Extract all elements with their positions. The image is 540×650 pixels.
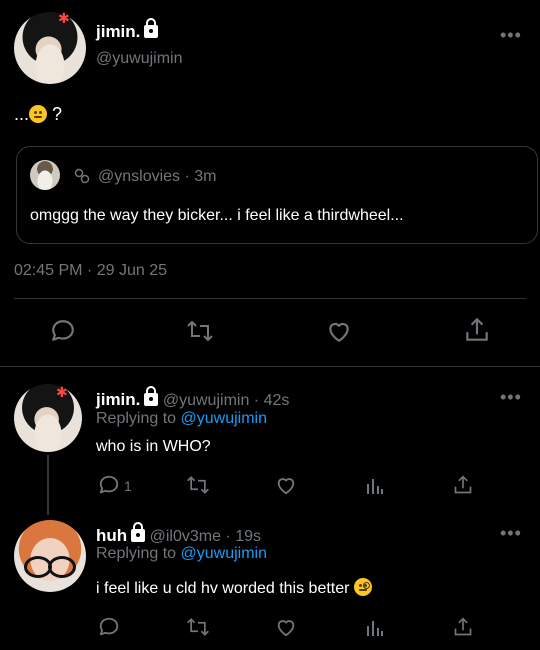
reply-text-wrap: i feel like u cld hv worded this better bbox=[96, 578, 372, 598]
anger-mark-icon: ✱ bbox=[56, 384, 68, 400]
reply-text: i feel like u cld hv worded this better bbox=[96, 580, 354, 597]
like-icon[interactable] bbox=[275, 616, 297, 638]
analytics-icon[interactable] bbox=[366, 476, 384, 496]
tweet-text-prefix: ... bbox=[14, 104, 30, 124]
replying-label: Replying to bbox=[96, 545, 177, 562]
avatar[interactable] bbox=[14, 12, 86, 84]
reply-count: 1 bbox=[124, 478, 132, 494]
like-icon[interactable] bbox=[326, 318, 352, 344]
reply-icon[interactable] bbox=[50, 318, 76, 344]
circles-icon bbox=[74, 168, 90, 184]
display-name[interactable]: jimin. bbox=[96, 22, 140, 41]
avatar[interactable] bbox=[14, 520, 86, 592]
retweet-icon[interactable] bbox=[186, 616, 210, 638]
divider bbox=[0, 366, 540, 367]
more-icon[interactable]: ••• bbox=[500, 524, 522, 542]
tweet-text: ... ? bbox=[14, 104, 62, 125]
handle[interactable]: @il0v3me bbox=[150, 528, 221, 545]
reply-icon[interactable] bbox=[98, 474, 120, 496]
display-name[interactable]: jimin. bbox=[96, 390, 140, 409]
share-icon[interactable] bbox=[453, 474, 473, 496]
replying-to-link[interactable]: @yuwujimin bbox=[181, 410, 267, 427]
replying-to-link[interactable]: @yuwujimin bbox=[181, 545, 267, 562]
share-icon[interactable] bbox=[464, 316, 490, 344]
retweet-icon[interactable] bbox=[186, 474, 210, 496]
quoted-handle: @ynslovies bbox=[98, 168, 181, 185]
lock-icon bbox=[144, 386, 159, 406]
glasses-shape bbox=[24, 556, 76, 578]
display-name[interactable]: huh bbox=[96, 526, 127, 545]
quoted-tweet[interactable] bbox=[16, 146, 538, 244]
lock-icon bbox=[131, 522, 146, 542]
tweet-text-suffix: ? bbox=[47, 104, 63, 124]
retweet-icon[interactable] bbox=[186, 318, 214, 344]
replying-label: Replying to bbox=[96, 410, 177, 427]
slightly-smiling-emoji-icon bbox=[29, 105, 48, 123]
handle[interactable]: @yuwujimin bbox=[163, 392, 249, 409]
more-icon[interactable]: ••• bbox=[500, 26, 522, 44]
like-icon[interactable] bbox=[275, 474, 297, 496]
monocle-face-emoji-icon bbox=[353, 578, 372, 596]
lock-icon bbox=[144, 18, 159, 38]
reply-time: · 42s bbox=[253, 392, 290, 409]
thread-line bbox=[47, 455, 49, 515]
anger-mark-icon: ✱ bbox=[58, 10, 70, 26]
tweet-timestamp: 02:45 PM · 29 Jun 25 bbox=[14, 262, 167, 279]
reply-icon[interactable] bbox=[98, 616, 120, 638]
reply-text: who is in WHO? bbox=[96, 438, 211, 455]
quoted-avatar bbox=[30, 160, 60, 190]
more-icon[interactable]: ••• bbox=[500, 388, 522, 406]
quoted-time: · 3m bbox=[184, 168, 217, 185]
handle[interactable]: @yuwujimin bbox=[96, 50, 182, 68]
divider bbox=[14, 298, 526, 299]
quoted-text: omggg the way they bicker... i feel like… bbox=[30, 207, 404, 224]
reply-time: · 19s bbox=[225, 528, 262, 545]
avatar[interactable] bbox=[14, 384, 82, 452]
analytics-icon[interactable] bbox=[366, 618, 384, 638]
share-icon[interactable] bbox=[453, 616, 473, 638]
